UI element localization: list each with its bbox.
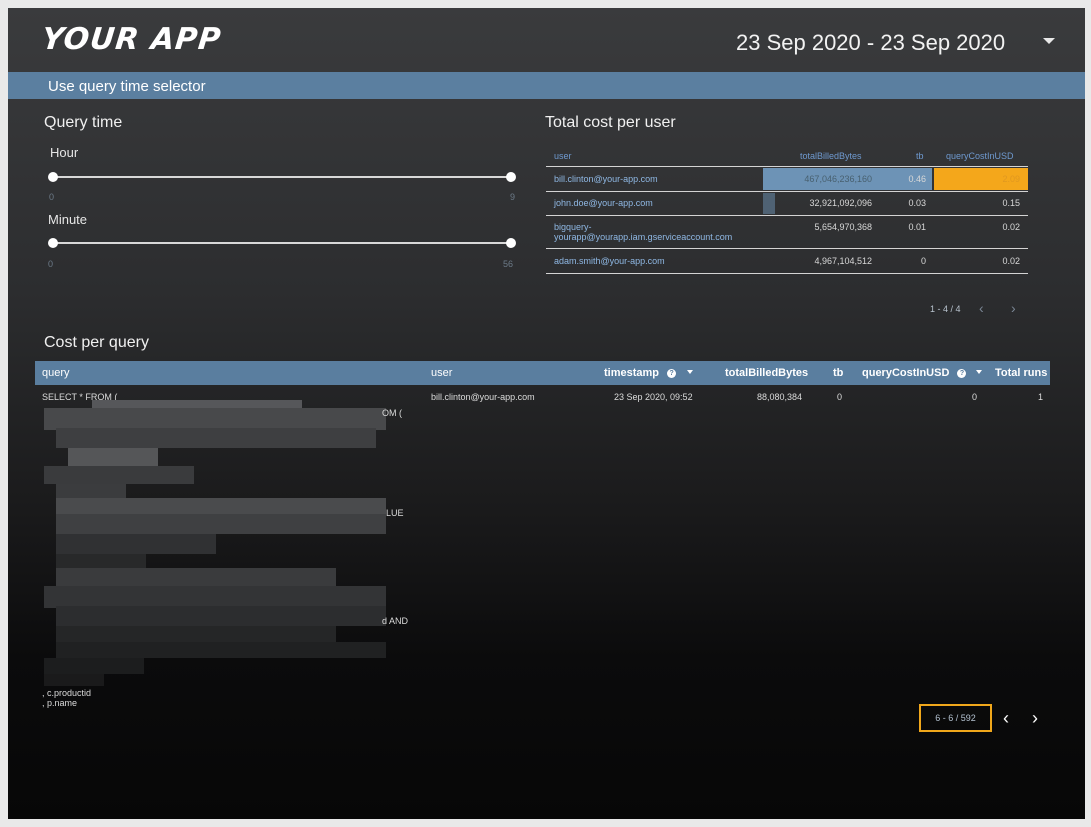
query-bytes: 88,080,384 <box>757 392 803 402</box>
dashboard-frame: YOUR APP 23 Sep 2020 - 23 Sep 2020 Use q… <box>8 8 1085 819</box>
user-email: adam.smith@your-app.com <box>554 256 665 266</box>
table-row[interactable]: john.doe@your-app.com 32,921,092,096 0.0… <box>546 191 1028 215</box>
info-icon[interactable]: ? <box>957 369 967 378</box>
query-text-fragment: OM ( <box>382 408 402 418</box>
minute-slider-max-handle[interactable] <box>506 238 516 248</box>
bytes-value: 32,921,092,096 <box>809 198 872 208</box>
hour-max-value: 9 <box>510 192 516 202</box>
col-user[interactable]: user <box>431 367 452 379</box>
table-row[interactable]: bigquery- yourapp@yourapp.iam.gserviceac… <box>546 215 1028 248</box>
cost-value: 0.15 <box>1002 198 1020 208</box>
col-user[interactable]: user <box>554 151 572 161</box>
table-header: user totalBilledBytes tb queryCostInUSD <box>546 147 1028 166</box>
info-icon[interactable]: ? <box>667 369 677 378</box>
chevron-right-icon[interactable]: › <box>1011 300 1016 316</box>
minute-slider-track[interactable] <box>53 242 510 244</box>
banner-title: Use query time selector <box>48 78 206 95</box>
col-timestamp-label: timestamp <box>604 367 660 379</box>
bytes-value: 5,654,970,368 <box>814 222 872 232</box>
user-email: john.doe@your-app.com <box>554 198 653 208</box>
chevron-left-icon[interactable]: ‹ <box>979 300 984 316</box>
query-text-fragment: LUE <box>386 508 404 518</box>
col-query[interactable]: query <box>42 367 70 379</box>
query-time-title: Query time <box>44 114 123 131</box>
tb-value: 0.46 <box>908 174 926 184</box>
col-total-runs[interactable]: Total runs <box>995 367 1047 379</box>
col-tb[interactable]: tb <box>833 367 843 379</box>
col-total-billed-bytes[interactable]: totalBilledBytes <box>725 367 808 379</box>
cost-value: 2.09 <box>1002 174 1020 184</box>
bytes-value: 467,046,236,160 <box>804 174 872 184</box>
query-total-runs: 1 <box>1038 392 1044 402</box>
hour-slider-track[interactable] <box>53 176 510 178</box>
user-email-line2: yourapp@yourapp.iam.gserviceaccount.com <box>554 232 733 242</box>
col-query-cost[interactable]: queryCostInUSD ? <box>862 367 982 379</box>
query-tb: 0 <box>837 392 843 402</box>
cost-value: 0.02 <box>1002 222 1020 232</box>
app-logo: YOUR APP <box>40 22 224 57</box>
query-text-fragment: d AND <box>382 616 409 626</box>
query-text-fragment: , c.productid <box>42 688 92 698</box>
query-table-pager-label: 6 - 6 / 592 <box>935 713 976 723</box>
query-cost: 0 <box>972 392 978 402</box>
tb-value: 0 <box>920 256 926 266</box>
chevron-right-icon[interactable]: › <box>1032 708 1038 729</box>
minute-label: Minute <box>48 212 88 227</box>
col-query-cost[interactable]: queryCostInUSD <box>946 151 1014 161</box>
bytes-value: 4,967,104,512 <box>814 256 872 266</box>
hour-label: Hour <box>50 145 79 160</box>
query-text-fragment: , p.name <box>42 698 78 708</box>
tb-value: 0.01 <box>908 222 926 232</box>
query-timestamp: 23 Sep 2020, 09:52 <box>614 392 693 402</box>
chevron-left-icon[interactable]: ‹ <box>1003 708 1009 729</box>
user-cost-title: Total cost per user <box>545 114 676 131</box>
query-user: bill.clinton@your-app.com <box>431 392 535 402</box>
minute-min-value: 0 <box>48 259 54 269</box>
user-email: bill.clinton@your-app.com <box>554 174 658 184</box>
cost-value: 0.02 <box>1002 256 1020 266</box>
user-table-pager: 1 - 4 / 4 <box>930 304 961 314</box>
table-row[interactable]: adam.smith@your-app.com 4,967,104,512 0 … <box>546 248 1028 274</box>
bytes-bar <box>763 193 775 214</box>
section-banner: Use query time selector <box>8 72 1085 99</box>
col-tb[interactable]: tb <box>916 151 924 161</box>
hour-slider-min-handle[interactable] <box>48 172 58 182</box>
sort-desc-icon[interactable] <box>975 370 982 374</box>
minute-max-value: 56 <box>503 259 514 269</box>
col-query-cost-label: queryCostInUSD <box>862 367 950 379</box>
col-total-billed-bytes[interactable]: totalBilledBytes <box>800 151 862 161</box>
sort-desc-icon[interactable] <box>687 370 694 374</box>
date-range-label: 23 Sep 2020 - 23 Sep 2020 <box>736 30 1006 55</box>
hour-slider-max-handle[interactable] <box>506 172 516 182</box>
col-timestamp[interactable]: timestamp ? <box>604 367 694 379</box>
user-email-line1: bigquery- <box>554 222 592 232</box>
table-row[interactable]: bill.clinton@your-app.com 467,046,236,16… <box>546 166 1028 191</box>
user-cost-table: user totalBilledBytes tb queryCostInUSD … <box>546 147 1028 274</box>
caret-down-icon[interactable] <box>1043 38 1055 44</box>
minute-slider-min-handle[interactable] <box>48 238 58 248</box>
queries-title: Cost per query <box>44 334 149 351</box>
query-table-pager: 6 - 6 / 592 <box>919 704 992 732</box>
query-table-header: query user timestamp ? totalBilledBytes … <box>35 361 1050 385</box>
hour-min-value: 0 <box>49 192 55 202</box>
tb-value: 0.03 <box>908 198 926 208</box>
